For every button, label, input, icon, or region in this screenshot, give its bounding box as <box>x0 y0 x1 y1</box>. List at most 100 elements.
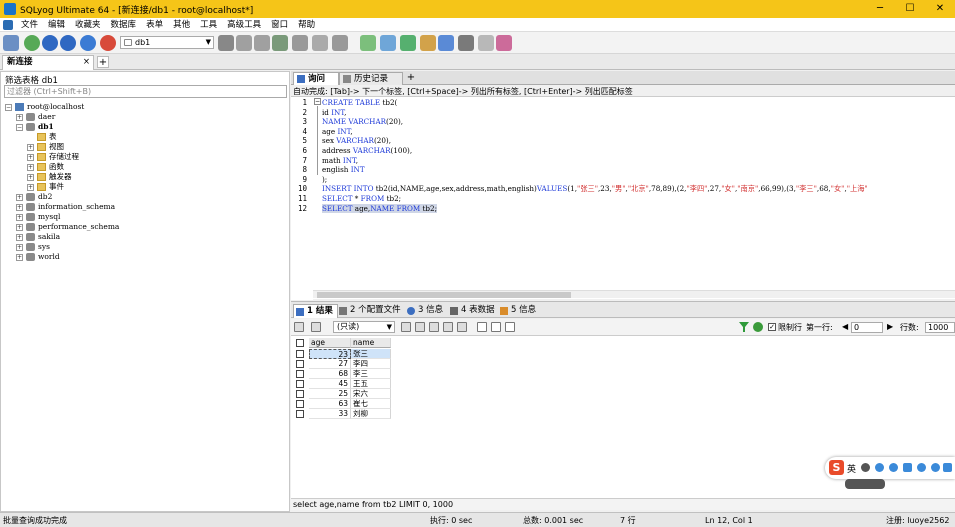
tree-item[interactable]: + information_schema <box>5 202 285 212</box>
visual-explain-icon[interactable] <box>478 35 494 51</box>
grid-export-icon[interactable] <box>294 322 304 332</box>
duplicate-row-icon[interactable] <box>415 322 425 332</box>
tab-profile[interactable]: 2 个配置文件 <box>337 304 405 318</box>
expand-icon[interactable]: + <box>27 153 34 161</box>
voice-icon[interactable] <box>889 463 898 472</box>
fold-marker[interactable]: − <box>313 97 321 177</box>
edit-mode-select[interactable]: (只读) ▼ <box>333 321 395 333</box>
cell-age[interactable]: 63 <box>309 399 351 409</box>
code-line[interactable]: INSERT INTO tb2(id,NAME,age,sex,address,… <box>322 184 868 193</box>
sogou-logo-icon[interactable]: S <box>829 460 844 475</box>
tree-item[interactable]: + sakila <box>5 232 285 242</box>
menu-item[interactable]: 其他 <box>168 19 195 31</box>
code-line[interactable]: age INT, <box>322 127 353 136</box>
delete-row-icon[interactable] <box>443 322 453 332</box>
grid-view-icon[interactable] <box>311 322 321 332</box>
tree-item[interactable]: + 触发器 <box>5 172 285 182</box>
expand-icon[interactable]: + <box>16 233 23 241</box>
code-line[interactable]: SELECT age,NAME FROM tb2; <box>322 203 438 213</box>
add-editor-tab-button[interactable]: + <box>405 72 417 84</box>
insert-row-icon[interactable] <box>401 322 411 332</box>
menu-item[interactable]: 高级工具 <box>222 19 266 31</box>
copy-db-icon[interactable] <box>292 35 308 51</box>
limit-rows-checkbox[interactable]: ✓ <box>768 323 776 331</box>
cell-name[interactable]: 刘柳 <box>351 409 391 419</box>
scrollbar-thumb[interactable] <box>317 292 571 298</box>
ime-lang-toggle[interactable]: 英 <box>847 462 856 475</box>
code-line[interactable]: math INT, <box>322 156 358 165</box>
data-sync-icon[interactable] <box>400 35 416 51</box>
expand-icon[interactable]: + <box>16 193 23 201</box>
stop-icon[interactable] <box>80 35 96 51</box>
cell-age[interactable]: 23 <box>309 349 351 359</box>
code-line[interactable]: CREATE TABLE tb2( <box>322 98 397 107</box>
import-icon[interactable] <box>272 35 288 51</box>
tab-results[interactable]: 1 结果 <box>293 304 338 318</box>
cell-age[interactable]: 68 <box>309 369 351 379</box>
column-header-name[interactable]: name <box>351 338 391 348</box>
tab-messages[interactable]: 3 信息 <box>405 304 447 318</box>
text-mode-icon[interactable] <box>505 322 515 332</box>
menu-item[interactable]: 编辑 <box>43 19 70 31</box>
row-checkbox[interactable] <box>296 400 304 408</box>
profiler-icon[interactable] <box>458 35 474 51</box>
tree-item[interactable]: − db1 <box>5 122 285 132</box>
code-line[interactable]: sex VARCHAR(20), <box>322 136 391 145</box>
format-icon[interactable] <box>100 35 116 51</box>
window-menu-icon[interactable] <box>3 20 13 30</box>
grid-mode-icon[interactable] <box>477 322 487 332</box>
close-icon[interactable]: × <box>83 56 90 69</box>
cell-age[interactable]: 33 <box>309 409 351 419</box>
tree-item[interactable]: + world <box>5 252 285 262</box>
query-builder-icon[interactable] <box>380 35 396 51</box>
tree-item[interactable]: + 视图 <box>5 142 285 152</box>
menu-item[interactable]: 帮助 <box>293 19 320 31</box>
schema-sync-icon[interactable] <box>236 35 252 51</box>
code-line[interactable]: NAME VARCHAR(20), <box>322 117 403 126</box>
save-row-icon[interactable] <box>429 322 439 332</box>
tab-history[interactable]: 历史记录 <box>339 72 403 85</box>
tab-table-data[interactable]: 4 表数据 <box>448 304 499 318</box>
cell-name[interactable]: 张三 <box>351 349 391 359</box>
expand-icon[interactable]: + <box>27 143 34 151</box>
new-connection-icon[interactable] <box>3 35 19 51</box>
prev-page-icon[interactable]: ◀ <box>842 322 848 331</box>
row-checkbox[interactable] <box>296 360 304 368</box>
tree-item[interactable]: + 存储过程 <box>5 152 285 162</box>
expand-icon[interactable]: + <box>27 183 34 191</box>
tree-item[interactable]: + mysql <box>5 212 285 222</box>
punctuation-icon[interactable] <box>861 463 870 472</box>
tree-item[interactable]: + db2 <box>5 192 285 202</box>
tree-item[interactable]: + sys <box>5 242 285 252</box>
editor-horizontal-scrollbar[interactable] <box>313 290 955 298</box>
reset-filter-icon[interactable] <box>753 322 763 332</box>
menu-item[interactable]: 收藏夹 <box>70 19 106 31</box>
backup-icon[interactable] <box>254 35 270 51</box>
tree-item[interactable]: + 事件 <box>5 182 285 192</box>
menu-item[interactable]: 窗口 <box>266 19 293 31</box>
cell-name[interactable]: 崔七 <box>351 399 391 409</box>
keyboard-icon[interactable] <box>903 463 912 472</box>
cell-name[interactable]: 李三 <box>351 369 391 379</box>
expand-icon[interactable]: + <box>16 213 23 221</box>
sql-editor[interactable]: 1 2 3 4 5 6 7 8 9 10 11 12 − CREATE TABLE tb2(id IN… <box>291 96 955 300</box>
row-checkbox[interactable] <box>296 410 304 418</box>
clothes-icon[interactable] <box>931 463 940 472</box>
select-all-checkbox[interactable] <box>296 339 304 347</box>
expand-icon[interactable]: + <box>16 203 23 211</box>
rows-input[interactable]: 1000 <box>925 322 955 333</box>
refresh-icon[interactable] <box>24 35 40 51</box>
menu-item[interactable]: 数据库 <box>106 19 142 31</box>
minimize-button[interactable]: ─ <box>865 0 895 18</box>
next-page-icon[interactable]: ▶ <box>887 322 893 331</box>
row-checkbox[interactable] <box>296 350 304 358</box>
expand-icon[interactable]: + <box>16 113 23 121</box>
tree-item[interactable]: + performance_schema <box>5 222 285 232</box>
code-line[interactable]: id INT, <box>322 108 346 117</box>
collapse-icon[interactable]: − <box>5 103 12 111</box>
settings-icon[interactable] <box>496 35 512 51</box>
form-mode-icon[interactable] <box>491 322 501 332</box>
tab-query[interactable]: 询问 <box>293 72 339 85</box>
filter-icon[interactable] <box>739 322 749 332</box>
expand-icon[interactable]: + <box>16 223 23 231</box>
